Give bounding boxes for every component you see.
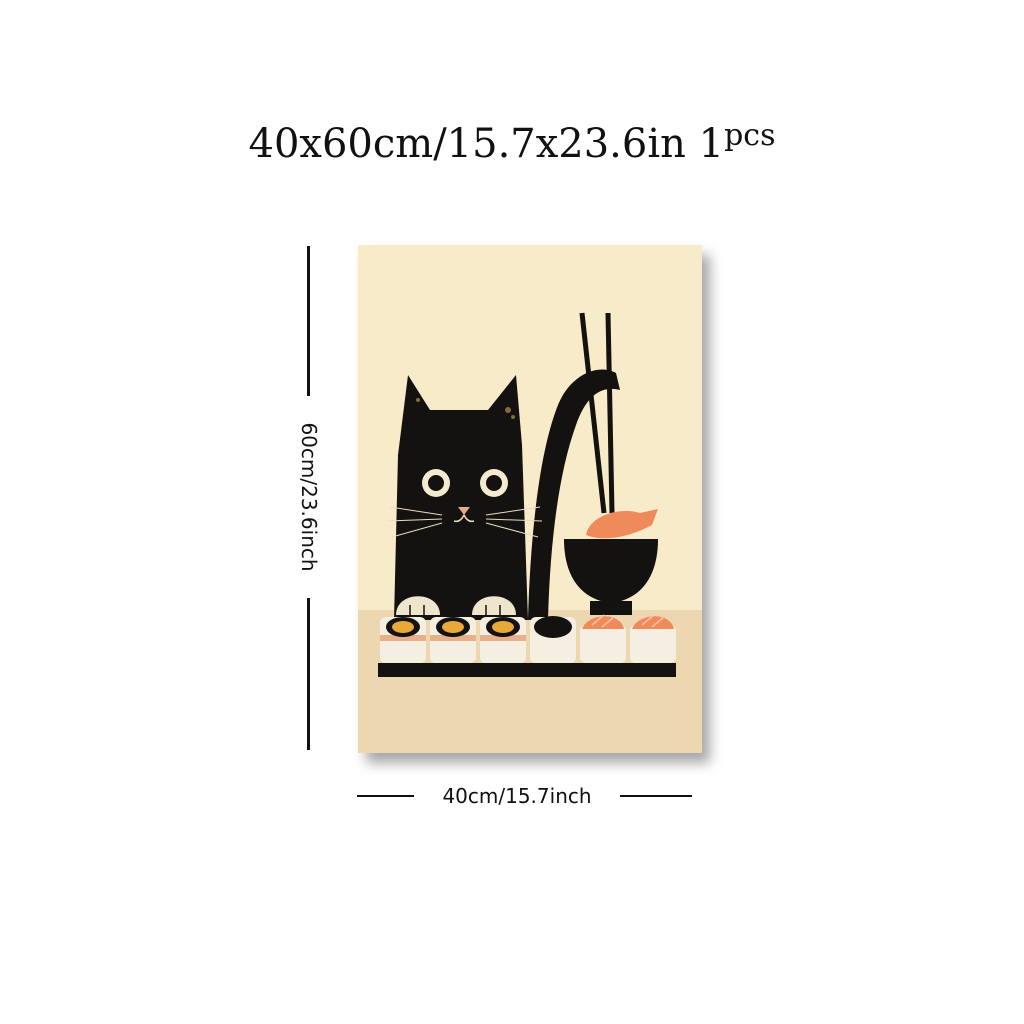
sushi-egg-2 bbox=[430, 617, 476, 663]
cat-speckle bbox=[511, 415, 515, 419]
cat-pupil-right bbox=[486, 475, 502, 491]
qty-suffix: pcs bbox=[724, 118, 776, 153]
height-dimension-line-bottom bbox=[307, 598, 310, 750]
cat-speckle bbox=[416, 398, 420, 402]
sushi-nori bbox=[530, 616, 576, 663]
size-text: 40x60cm/15.7x23.6in 1 bbox=[248, 121, 725, 167]
width-label: 40cm/15.7inch bbox=[442, 784, 592, 808]
bowl-base bbox=[590, 601, 632, 615]
poster-artwork bbox=[358, 245, 702, 753]
height-dimension-line-top bbox=[307, 246, 310, 396]
height-label: 60cm/23.6inch bbox=[297, 422, 321, 572]
cat-pupil-left bbox=[428, 475, 444, 491]
sushi-egg-3 bbox=[480, 617, 526, 663]
width-dimension-line-right bbox=[620, 795, 692, 797]
sushi-tray bbox=[378, 663, 676, 677]
width-dimension-line-left bbox=[357, 795, 414, 797]
cat-speckle bbox=[505, 407, 511, 413]
product-size-title: 40x60cm/15.7x23.6in 1pcs bbox=[0, 118, 1024, 167]
poster-illustration bbox=[358, 245, 702, 753]
sushi-egg-1 bbox=[380, 617, 426, 663]
